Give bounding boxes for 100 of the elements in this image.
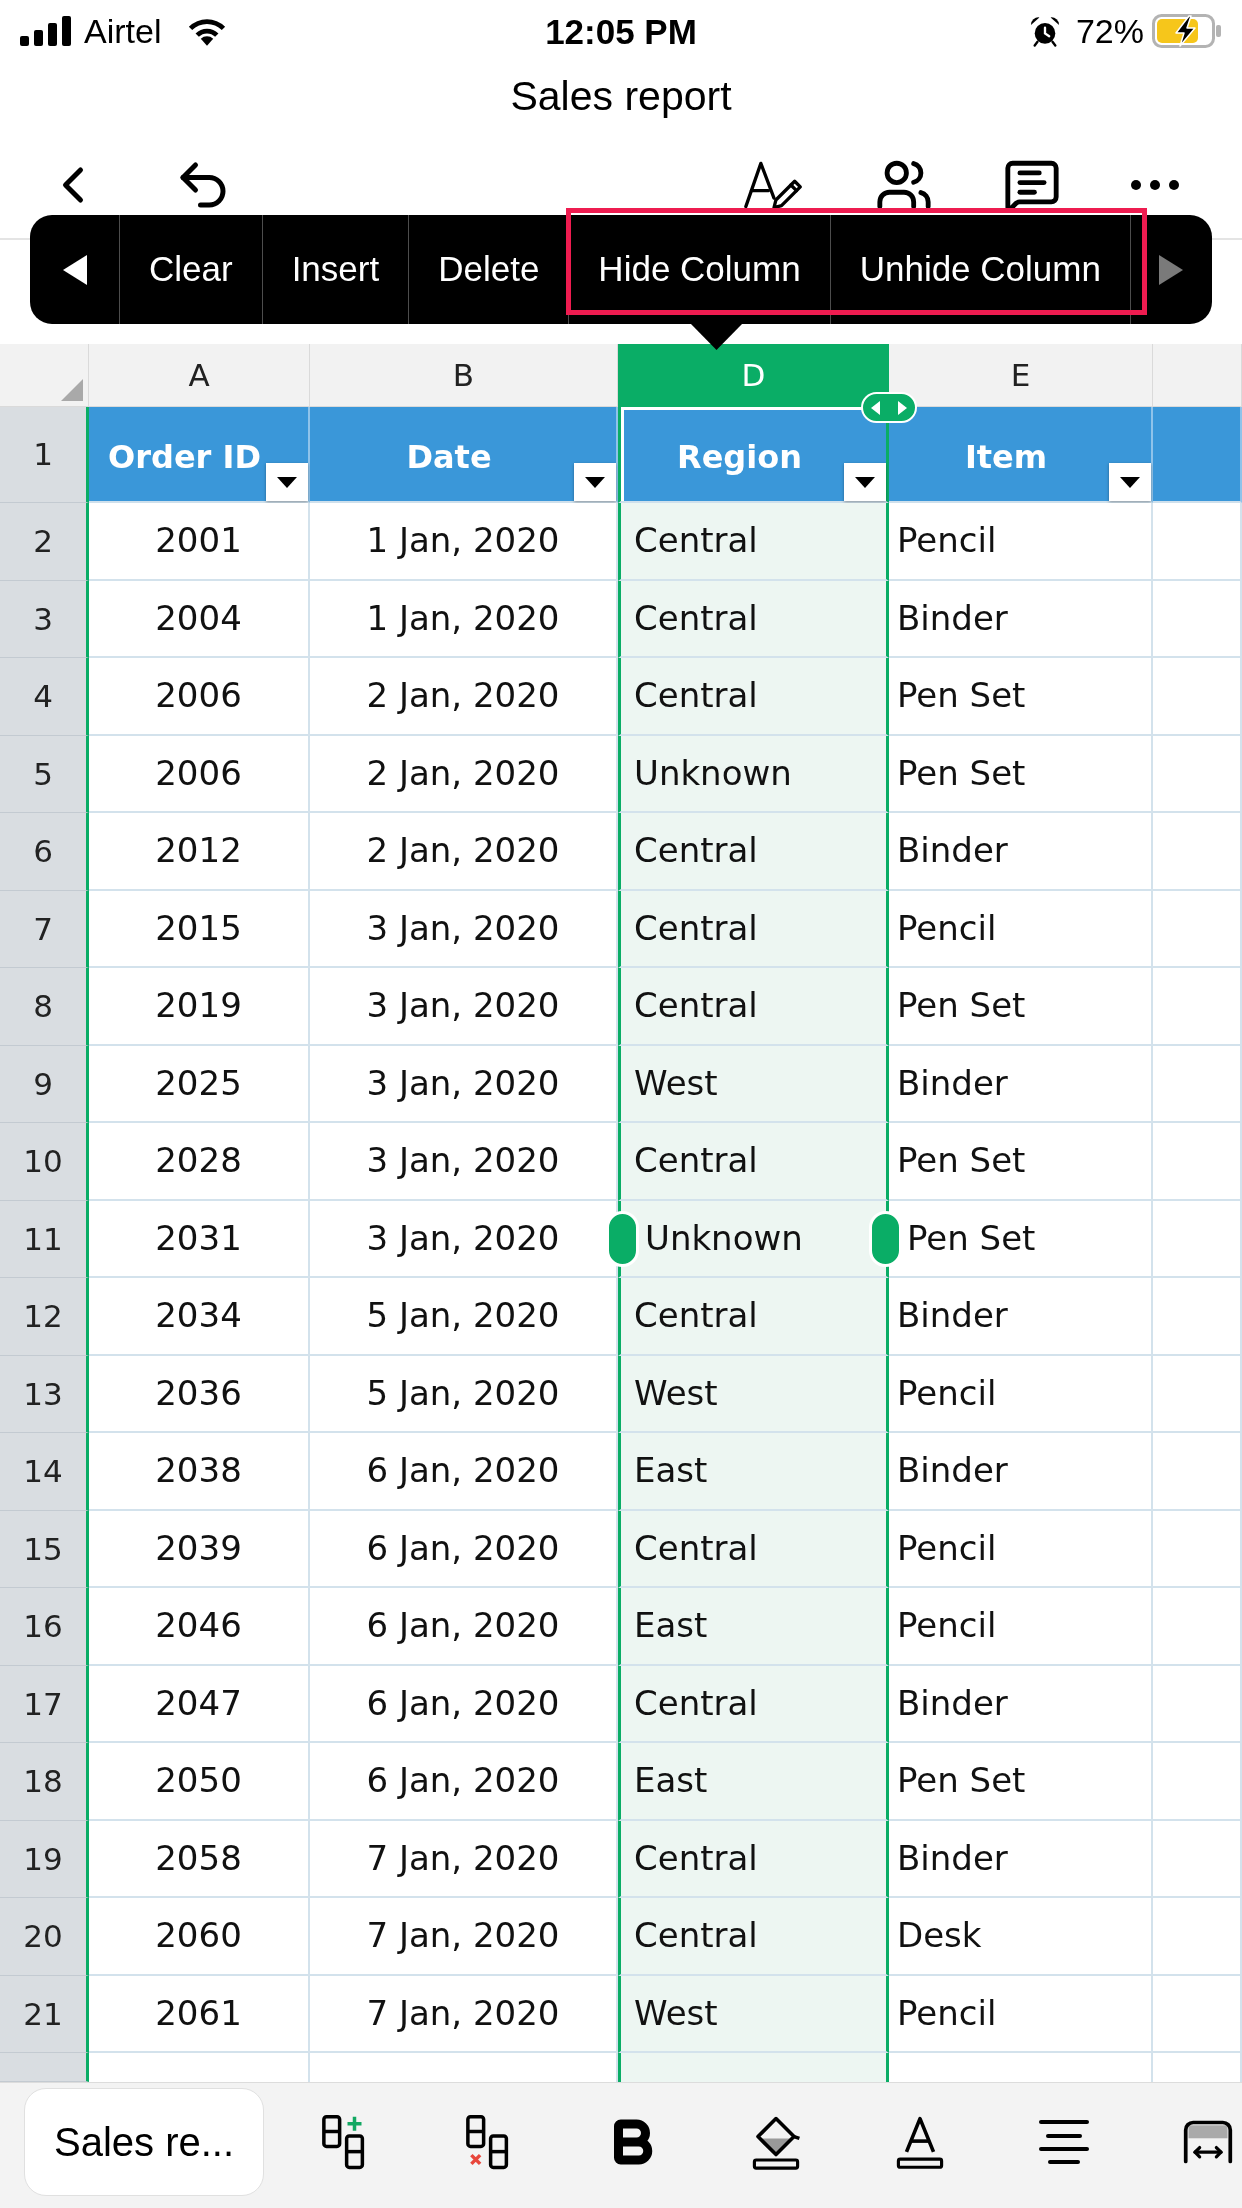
table-cell: Pencil [889, 1355, 1153, 1433]
row-number[interactable]: 13 [0, 1355, 89, 1433]
menu-item[interactable]: Unhide Column [829, 215, 1130, 324]
caret-icon [1120, 476, 1140, 488]
row-number[interactable]: 14 [0, 1433, 89, 1511]
menu-item[interactable]: Delete [408, 215, 569, 324]
table-cell: 2050 [89, 1743, 310, 1821]
table-cell: 2036 [89, 1355, 310, 1433]
table-cell: 7 Jan, 2020 [310, 1898, 618, 1976]
table-cell: 2061 [89, 1975, 310, 2053]
filter-button[interactable] [1109, 463, 1151, 501]
row-number[interactable]: 21 [0, 1975, 89, 2053]
header-cell: Order ID [89, 407, 310, 503]
table-cell: 2031 [89, 1200, 310, 1278]
table-cell: 2019 [89, 968, 310, 1046]
table-cell: Central [618, 1278, 889, 1356]
table-cell: Central [618, 968, 889, 1046]
row-number[interactable]: 8 [0, 968, 89, 1046]
row-number[interactable]: 10 [0, 1123, 89, 1201]
filter-button[interactable] [844, 463, 886, 501]
menu-item[interactable]: Insert [261, 215, 409, 324]
table-cell: Binder [889, 813, 1153, 891]
menu-item[interactable]: Clear [119, 215, 262, 324]
carrier-name: Airtel [84, 14, 162, 48]
table-cell: Binder [889, 1665, 1153, 1743]
table-cell: 7 Jan, 2020 [310, 1975, 618, 2053]
row-number[interactable]: 11 [0, 1200, 89, 1278]
table-cell: 2046 [89, 1588, 310, 1666]
table-cell: Central [618, 580, 889, 658]
table-cell: 7 Jan, 2020 [310, 1820, 618, 1898]
column-header[interactable]: A [89, 344, 310, 407]
table-cell: 2006 [89, 735, 310, 813]
row-number[interactable]: 4 [0, 658, 89, 736]
row-number[interactable]: 19 [0, 1820, 89, 1898]
table-cell: 2006 [89, 658, 310, 736]
table-cell: 6 Jan, 2020 [310, 1743, 618, 1821]
table-cell: Central [618, 813, 889, 891]
row-number[interactable]: 16 [0, 1588, 89, 1666]
table-cell: West [618, 1975, 889, 2053]
row-number[interactable]: 12 [0, 1278, 89, 1356]
table-cell: Central [618, 1898, 889, 1976]
table-cell: 2 Jan, 2020 [310, 735, 618, 813]
table-cell: East [618, 1433, 889, 1511]
table-cell: 3 Jan, 2020 [310, 1045, 618, 1123]
table-cell: 2015 [89, 890, 310, 968]
table-cell: 2058 [89, 1820, 310, 1898]
row-number[interactable]: 17 [0, 1665, 89, 1743]
table-cell: Pen Set [889, 1743, 1153, 1821]
row-number[interactable]: 2 [0, 503, 89, 581]
column-header[interactable]: E [889, 344, 1153, 407]
table-cell: Binder [889, 1820, 1153, 1898]
header-cell: Item [889, 407, 1153, 503]
table-cell: Unknown [618, 735, 889, 813]
sheet-tab[interactable]: Sales re... [24, 2088, 264, 2196]
table-cell: Pen Set [889, 1200, 1153, 1278]
table-cell: Pencil [889, 1975, 1153, 2053]
table-cell: Central [618, 890, 889, 968]
table-cell: 2047 [89, 1665, 310, 1743]
row-number[interactable]: 1 [0, 407, 89, 503]
caret-icon [585, 476, 605, 488]
row-number[interactable]: 20 [0, 1898, 89, 1976]
table-cell: East [618, 1588, 889, 1666]
table-cell: Pen Set [889, 1123, 1153, 1201]
table-cell: 5 Jan, 2020 [310, 1278, 618, 1356]
filter-button[interactable] [574, 463, 616, 501]
row-number[interactable]: 7 [0, 890, 89, 968]
corner-triangle-icon [61, 379, 83, 401]
table-cell: East [618, 1743, 889, 1821]
table-cell: Binder [889, 1045, 1153, 1123]
row-number[interactable]: 6 [0, 813, 89, 891]
filter-button[interactable] [266, 463, 308, 501]
more-icon[interactable] [1131, 180, 1179, 190]
table-cell: Central [618, 1665, 889, 1743]
table-cell: 5 Jan, 2020 [310, 1355, 618, 1433]
table-cell: 2025 [89, 1045, 310, 1123]
row-number[interactable]: 15 [0, 1510, 89, 1588]
resize-width-icon[interactable] [1182, 2118, 1234, 2166]
table-cell: 2060 [89, 1898, 310, 1976]
edit-text-icon[interactable] [743, 159, 805, 211]
align-center-icon[interactable] [1039, 2120, 1089, 2164]
row-number[interactable]: 18 [0, 1743, 89, 1821]
header-cell: Region [618, 407, 889, 503]
table-cell: 3 Jan, 2020 [310, 1123, 618, 1201]
row-number[interactable]: 9 [0, 1045, 89, 1123]
column-header[interactable]: B [310, 344, 618, 407]
table-cell: 2034 [89, 1278, 310, 1356]
caret-icon [277, 476, 297, 488]
table-cell: 2 Jan, 2020 [310, 813, 618, 891]
table-cell: 2001 [89, 503, 310, 581]
table-cell: Pencil [889, 1588, 1153, 1666]
row-number[interactable]: 3 [0, 580, 89, 658]
battery-percent: 72% [1075, 14, 1144, 48]
signal-icon [20, 16, 73, 46]
row-number[interactable]: 5 [0, 735, 89, 813]
table-cell: 6 Jan, 2020 [310, 1510, 618, 1588]
table-cell: 6 Jan, 2020 [310, 1665, 618, 1743]
table-cell: Central [618, 1123, 889, 1201]
table-cell: Central [618, 503, 889, 581]
alarm-icon [1029, 15, 1060, 47]
left-right-arrows-icon [871, 400, 907, 415]
